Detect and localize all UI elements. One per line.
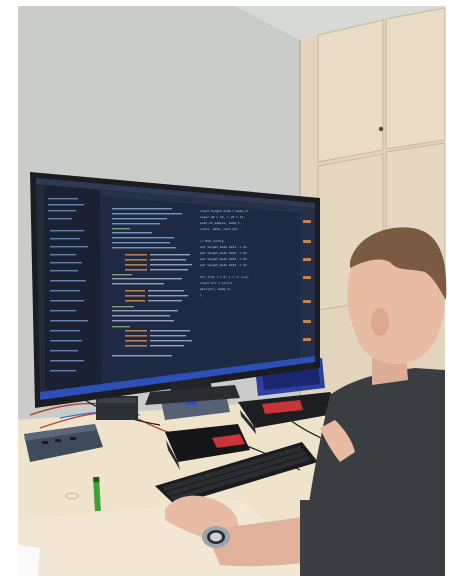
editor-line: for (let i = 0; i < n; i++) — [200, 275, 249, 279]
editor-line: set target_mode 0x31 -> 0x — [200, 245, 247, 249]
editor-line: const src = arr[i] — [200, 281, 233, 285]
editor-line: layer.w0 = 10, r.s0 = 11, — [200, 215, 245, 219]
editor-line: path.t0_sample, mode_t, — [200, 221, 242, 225]
editor-line: } — [200, 293, 202, 297]
router-box — [96, 396, 138, 420]
editor-line: set target_mode 0x34 -> 0x — [200, 263, 247, 267]
editor-line: set target_mode 0x33 -> 0x — [200, 257, 247, 261]
editor-line: count, data, next_ptr, — [200, 227, 240, 231]
cabinet-knob — [378, 126, 384, 132]
editor-line: set target_mode 0x32 -> 0x — [200, 251, 247, 255]
editor-line: // 0x0 config — [200, 239, 224, 243]
photo-scene: const target_mode = make_t( layer.w0 = 1… — [0, 0, 453, 583]
monitor-screen: const target_mode = make_t( layer.w0 = 1… — [36, 178, 315, 400]
paper — [18, 545, 40, 576]
editor-line: const target_mode = make_t( — [200, 209, 249, 213]
editor-line: emit(src, mode_t) — [200, 287, 231, 291]
ear — [371, 308, 389, 336]
wristwatch — [202, 526, 230, 548]
